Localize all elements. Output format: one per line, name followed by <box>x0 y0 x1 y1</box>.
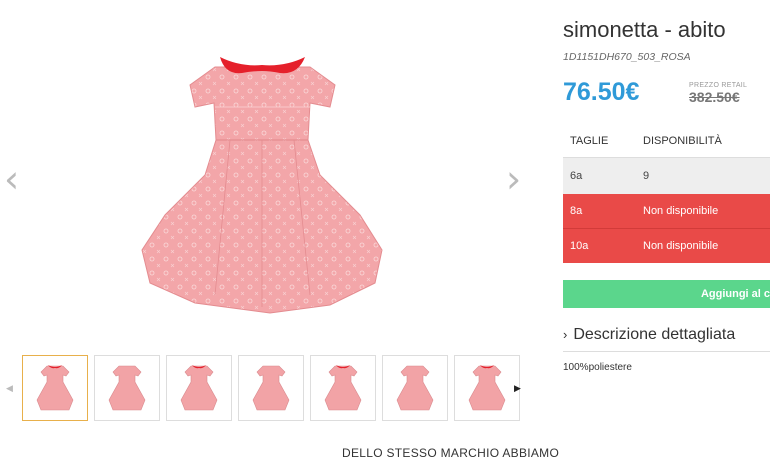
description-divider <box>563 351 770 352</box>
thumbnail-7[interactable] <box>454 355 520 421</box>
description-text: 100%poliestere <box>563 362 632 373</box>
size-label: 8a <box>570 205 583 217</box>
header-availability: DISPONIBILITÀ <box>643 135 722 147</box>
size-row[interactable]: 8a Non disponibile <box>563 194 770 228</box>
thumbnail-dress-image <box>252 365 290 411</box>
retail-price-label: PREZZO RETAIL <box>689 82 748 89</box>
header-sizes: TAGLIE <box>570 135 609 147</box>
size-label: 10a <box>570 240 589 252</box>
add-to-cart-button[interactable]: Aggiungi al c <box>563 280 770 308</box>
sizes-table-header: TAGLIE DISPONIBILITÀ <box>563 135 770 158</box>
thumbnail-dress-image <box>396 365 434 411</box>
description-heading: Descrizione dettagliata <box>573 326 736 343</box>
availability-value: 9 <box>643 170 650 182</box>
thumbnail-3[interactable] <box>166 355 232 421</box>
thumbnail-6[interactable] <box>382 355 448 421</box>
thumbnail-1[interactable] <box>22 355 88 421</box>
availability-value: Non disponibile <box>643 205 719 217</box>
size-row[interactable]: 10a Non disponibile <box>563 228 770 263</box>
related-section-heading: DELLO STESSO MARCHIO ABBIAMO <box>342 446 560 460</box>
thumbnail-dress-image <box>36 365 74 411</box>
gallery-next-arrow-icon[interactable]: › <box>506 160 521 198</box>
chevron-right-icon: › <box>563 327 568 342</box>
thumbnail-4[interactable] <box>238 355 304 421</box>
sizes-table: TAGLIE DISPONIBILITÀ 6a 9 8a Non disponi… <box>563 135 770 263</box>
product-title: simonetta - abito <box>563 17 726 42</box>
product-main-image <box>141 57 383 314</box>
thumbs-prev-icon[interactable]: ◀ <box>6 383 13 394</box>
product-price: 76.50€ <box>563 78 640 106</box>
thumbnail-strip <box>22 355 520 425</box>
thumbnail-5[interactable] <box>310 355 376 421</box>
description-toggle[interactable]: › Descrizione dettagliata <box>563 326 735 344</box>
size-label: 6a <box>570 170 583 182</box>
thumbnail-dress-image <box>180 365 218 411</box>
size-row[interactable]: 6a 9 <box>563 158 770 194</box>
gallery-prev-arrow-icon[interactable]: ‹ <box>4 160 19 198</box>
thumbnail-dress-image <box>468 365 506 411</box>
thumbs-next-icon[interactable]: ▶ <box>514 383 521 394</box>
retail-price: 382.50€ <box>689 89 740 105</box>
thumbnail-dress-image <box>324 365 362 411</box>
thumbnail-dress-image <box>108 365 146 411</box>
add-to-cart-label: Aggiungi al c <box>700 288 770 300</box>
thumbnail-2[interactable] <box>94 355 160 421</box>
product-sku: 1D1151DH670_503_ROSA <box>563 51 691 63</box>
availability-value: Non disponibile <box>643 240 719 252</box>
